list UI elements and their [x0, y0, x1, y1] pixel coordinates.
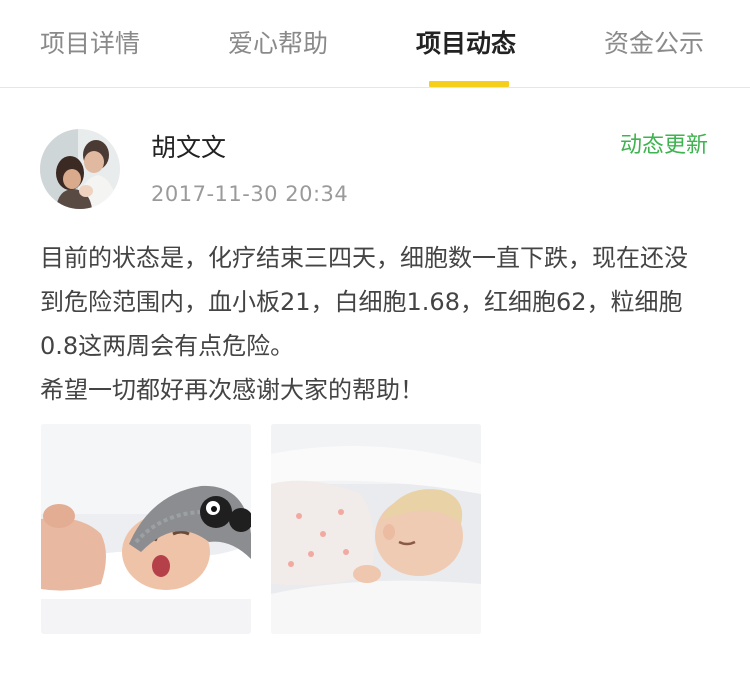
tab-love-help[interactable]: 爱心帮助 [228, 26, 328, 62]
post-body-paragraph: 目前的状态是，化疗结束三四天，细胞数一直下跌，现在还没到危险范围内，血小板21，… [40, 244, 688, 360]
baby-sleeping-photo-icon [271, 424, 481, 634]
active-tab-indicator [429, 81, 509, 87]
tab-project-details[interactable]: 项目详情 [40, 26, 140, 62]
avatar-photo-icon [40, 129, 120, 209]
baby-crying-photo-icon [41, 424, 251, 634]
update-status-link[interactable]: 动态更新 [620, 129, 708, 163]
post-author-name: 胡文文 [151, 133, 227, 162]
tab-fund-disclosure[interactable]: 资金公示 [604, 26, 704, 62]
tab-project-updates[interactable]: 项目动态 [416, 26, 516, 62]
post-photo-1[interactable] [41, 424, 251, 634]
post-body: 目前的状态是，化疗结束三四天，细胞数一直下跌，现在还没到危险范围内，血小板21，… [40, 236, 710, 412]
post-timestamp: 2017-11-30 20:34 [151, 182, 349, 206]
post-body-paragraph: 希望一切都好再次感谢大家的帮助！ [40, 376, 424, 404]
post-photo-2[interactable] [271, 424, 481, 634]
avatar[interactable] [40, 129, 120, 209]
tab-bar: 项目详情 爱心帮助 项目动态 资金公示 [0, 0, 750, 88]
